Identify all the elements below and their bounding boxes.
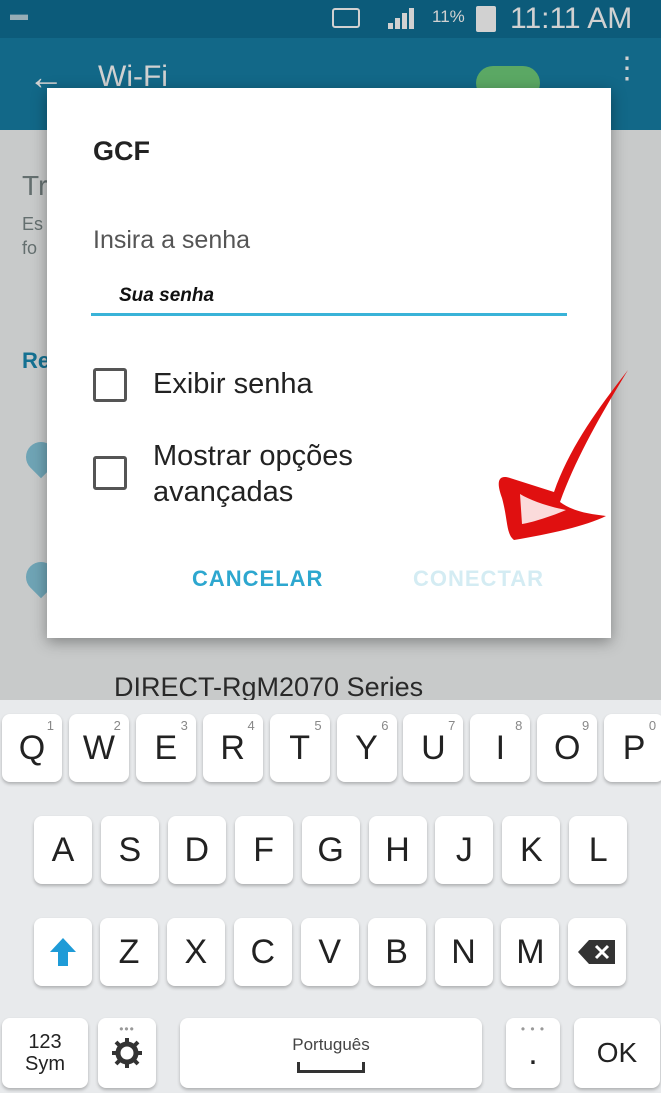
key-e[interactable]: 3E — [135, 714, 196, 782]
show-password-checkbox[interactable] — [93, 368, 127, 402]
keyboard: 1Q2W3E4R5T6Y7U8I9O0P ASDFGHJKL ZXCVBNM 1… — [0, 700, 661, 1093]
key-u[interactable]: 7U — [403, 714, 464, 782]
shift-arrow-icon — [50, 938, 76, 966]
key-t[interactable]: 5T — [269, 714, 330, 782]
key-d[interactable]: D — [167, 816, 226, 884]
key-q[interactable]: 1Q — [2, 714, 62, 782]
key-label: U — [421, 728, 446, 767]
ok-key[interactable]: OK — [574, 1018, 660, 1088]
show-password-label: Exibir senha — [153, 368, 313, 400]
key-b[interactable]: B — [367, 918, 426, 986]
key-number-hint: 9 — [581, 718, 590, 733]
key-number-hint: 8 — [515, 718, 523, 733]
key-label: O — [553, 728, 581, 767]
long-press-dots: ••• — [119, 1022, 135, 1036]
key-number-hint: 2 — [113, 718, 121, 733]
period-key[interactable]: • • • . — [506, 1018, 560, 1088]
key-g[interactable]: G — [301, 816, 360, 884]
advanced-options-option[interactable]: Mostrar opções avançadas — [93, 438, 353, 510]
key-w[interactable]: 2W — [68, 714, 129, 782]
key-number-hint: 7 — [448, 718, 456, 733]
key-f[interactable]: F — [234, 816, 293, 884]
space-key-language: Português — [292, 1034, 370, 1054]
key-label: I — [495, 728, 506, 767]
key-v[interactable]: V — [300, 918, 359, 986]
advanced-options-checkbox[interactable] — [93, 456, 127, 490]
key-number-hint: 4 — [247, 718, 255, 733]
key-label: E — [154, 728, 178, 767]
backspace-key[interactable] — [568, 918, 626, 986]
key-label: W — [82, 728, 115, 767]
key-h[interactable]: H — [368, 816, 427, 884]
key-label: Q — [18, 728, 46, 767]
key-p[interactable]: 0P — [604, 714, 661, 782]
show-password-option[interactable]: Exibir senha — [93, 366, 313, 402]
red-arrow-annotation-icon — [498, 370, 628, 540]
period-key-label: . — [528, 1033, 538, 1072]
key-l[interactable]: L — [569, 816, 628, 884]
symbols-key-line2: Sym — [25, 1053, 65, 1075]
backspace-icon — [578, 940, 615, 964]
space-bar-icon — [297, 1061, 365, 1073]
dialog-title: GCF — [93, 136, 150, 166]
ok-key-label: OK — [596, 1037, 638, 1068]
key-number-hint: 6 — [381, 718, 389, 733]
advanced-options-label: Mostrar opções avançadas — [153, 438, 353, 510]
key-i[interactable]: 8I — [470, 714, 531, 782]
settings-key[interactable]: ••• — [98, 1018, 156, 1088]
wifi-password-dialog: GCF Insira a senha Exibir senha Mostrar … — [47, 88, 611, 638]
key-label: Y — [355, 728, 378, 767]
password-label: Insira a senha — [93, 226, 251, 254]
key-x[interactable]: X — [166, 918, 225, 986]
long-press-dots: • • • — [520, 1022, 546, 1036]
key-s[interactable]: S — [100, 816, 159, 884]
key-n[interactable]: N — [434, 918, 493, 986]
key-number-hint: 0 — [648, 718, 657, 733]
key-number-hint: 3 — [180, 718, 188, 733]
key-o[interactable]: 9O — [537, 714, 598, 782]
advanced-options-label-line2: avançadas — [153, 476, 294, 508]
key-z[interactable]: Z — [100, 918, 158, 986]
space-key[interactable]: Português — [180, 1018, 482, 1088]
shift-key[interactable] — [34, 918, 92, 986]
connect-button[interactable]: CONECTAR — [413, 566, 544, 592]
gear-icon — [112, 1038, 142, 1068]
password-input[interactable] — [91, 278, 567, 316]
advanced-options-label-line1: Mostrar opções — [153, 440, 353, 472]
cancel-button[interactable]: CANCELAR — [192, 566, 323, 592]
key-label: R — [220, 728, 245, 767]
key-label: T — [289, 728, 310, 767]
key-m[interactable]: M — [501, 918, 560, 986]
key-number-hint: 5 — [314, 718, 322, 733]
symbols-key-line1: 123 — [28, 1031, 62, 1053]
symbols-key[interactable]: 123 Sym — [2, 1018, 88, 1088]
key-k[interactable]: K — [502, 816, 561, 884]
key-label: P — [622, 728, 646, 767]
key-j[interactable]: J — [435, 816, 494, 884]
key-a[interactable]: A — [34, 816, 92, 884]
key-number-hint: 1 — [46, 718, 54, 733]
key-r[interactable]: 4R — [202, 714, 263, 782]
key-c[interactable]: C — [233, 918, 292, 986]
key-y[interactable]: 6Y — [336, 714, 397, 782]
